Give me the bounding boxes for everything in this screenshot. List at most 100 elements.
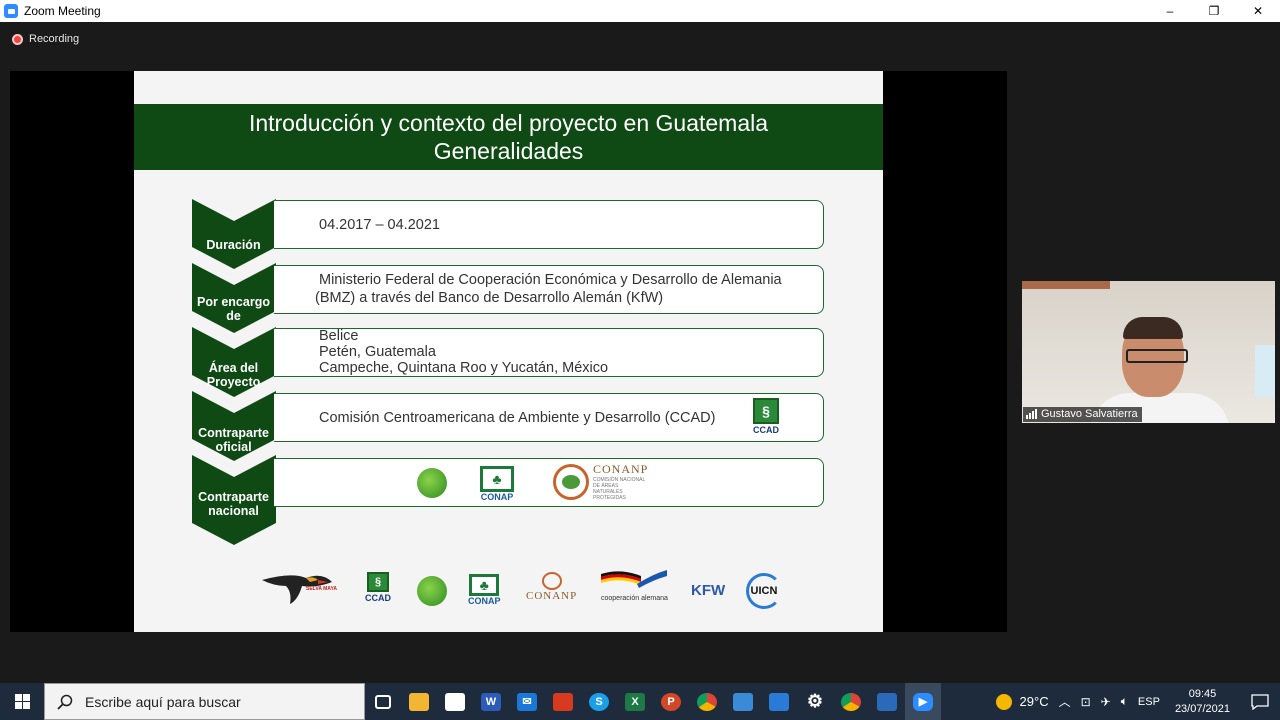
- chrome-icon: [697, 692, 717, 711]
- participant-hair: [1123, 317, 1183, 339]
- german-flag-wave-icon: [601, 570, 667, 588]
- row-text-line: 04.2017 – 04.2021: [319, 217, 440, 233]
- recording-indicator[interactable]: Recording: [12, 33, 79, 45]
- conap-mark-icon: ♣: [480, 466, 514, 492]
- conap-label: CONAP: [480, 492, 514, 502]
- conanp-sublabel: COMISIÓN NACIONAL DE ÁREAS NATURALES PRO…: [593, 477, 646, 501]
- system-tray: 29°C ︿ ⊡ ✈ 🔈︎ ESP 09:45 23/07/2021: [991, 683, 1280, 720]
- participant-video[interactable]: Gustavo Salvatierra: [1022, 281, 1275, 423]
- windows-taskbar: Escribe aquí para buscar W ✉ S X P ⚙ ▶ 2…: [0, 683, 1280, 720]
- row-label-area: Área del Proyecto: [192, 359, 275, 391]
- row-label-text: Proyecto: [206, 375, 261, 389]
- file-explorer-button[interactable]: [401, 683, 437, 720]
- row-label-text: de: [226, 309, 241, 323]
- conanp-label: CONANP: [526, 590, 578, 602]
- row-text-line: Comisión Centroamericana de Ambiente y D…: [319, 410, 716, 426]
- windows-logo-icon: [14, 694, 30, 709]
- signal-strength-icon: [1026, 409, 1037, 419]
- task-view-icon: [375, 694, 391, 709]
- row-text-line: Petén, Guatemala: [319, 344, 436, 360]
- cooperacion-alemana-label: cooperación alemana: [601, 595, 668, 602]
- chrome-profile-button[interactable]: [833, 683, 869, 720]
- row-label-nacional: Contraparte nacional: [192, 488, 275, 520]
- calendar-button[interactable]: [761, 683, 797, 720]
- row-label-duracion: Duración: [192, 231, 275, 259]
- wall-trim: [1022, 281, 1110, 289]
- participant-glasses: [1126, 349, 1188, 363]
- close-button[interactable]: ✕: [1236, 0, 1280, 22]
- participant-name-tag: Gustavo Salvatierra: [1023, 407, 1142, 422]
- volume-button[interactable]: 🔈︎: [1116, 683, 1133, 720]
- hidden-icons-button[interactable]: ︿: [1054, 683, 1076, 720]
- conanp-logo-small: CONANP: [526, 572, 577, 602]
- photos-button[interactable]: [869, 683, 905, 720]
- weather-widget[interactable]: 29°C: [991, 683, 1054, 720]
- chrome-icon: [841, 692, 861, 711]
- conap-logo: ♣ CONAP: [480, 466, 514, 502]
- calendar-icon: [769, 692, 789, 711]
- photos-icon: [877, 692, 897, 711]
- row-label-encargo: Por encargo de: [192, 293, 275, 325]
- excel-button[interactable]: X: [617, 683, 653, 720]
- office-button[interactable]: [545, 683, 581, 720]
- camtasia-icon: [733, 692, 753, 711]
- taskbar-search[interactable]: Escribe aquí para buscar: [44, 683, 365, 720]
- row-text-line: (BMZ) a través del Banco de Desarrollo A…: [315, 290, 664, 306]
- mail-icon: ✉: [517, 692, 537, 711]
- ccad-logo-small: § CCAD: [365, 572, 391, 603]
- sun-icon: [995, 693, 1012, 710]
- conap-mark-icon: ♣: [469, 574, 500, 596]
- record-icon: [12, 33, 23, 45]
- meet-now-icon: ⊡: [1080, 694, 1091, 709]
- search-icon: [57, 694, 73, 710]
- start-button[interactable]: [0, 683, 44, 720]
- store-icon: [445, 692, 465, 711]
- clock-time: 09:45: [1188, 687, 1217, 700]
- word-icon: W: [481, 692, 501, 711]
- notifications-button[interactable]: [1240, 683, 1280, 720]
- zoom-icon: ▶: [913, 692, 933, 711]
- row-text-duracion: 04.2017 – 04.2021: [319, 217, 440, 233]
- chrome-button[interactable]: [689, 683, 725, 720]
- conanp-mark-icon: [553, 463, 589, 500]
- language-label: ESP: [1137, 695, 1160, 708]
- weather-temp: 29°C: [1019, 694, 1049, 709]
- restore-button[interactable]: ❐: [1192, 0, 1236, 22]
- task-view-button[interactable]: [365, 683, 401, 720]
- camtasia-button[interactable]: [725, 683, 761, 720]
- selva-maya-label: SELVA MAYA: [306, 586, 337, 592]
- notification-icon: [1251, 693, 1269, 710]
- presentation-slide: Introducción y contexto del proyecto en …: [134, 71, 883, 632]
- row-text-line: Ministerio Federal de Cooperación Económ…: [319, 272, 782, 288]
- network-icon: ✈: [1100, 694, 1111, 709]
- powerpoint-button[interactable]: P: [653, 683, 689, 720]
- row-label-text: Duración: [206, 238, 261, 252]
- speaker-icon: 🔈︎: [1120, 694, 1128, 708]
- row-text-line: Belice: [319, 328, 359, 344]
- mail-button[interactable]: ✉: [509, 683, 545, 720]
- recording-label: Recording: [29, 33, 80, 45]
- word-button[interactable]: W: [473, 683, 509, 720]
- ccad-mark-icon: §: [753, 398, 779, 424]
- row-text-oficial: Comisión Centroamericana de Ambiente y D…: [319, 410, 715, 426]
- language-button[interactable]: ESP: [1133, 683, 1165, 720]
- zoom-taskbar-button[interactable]: ▶: [905, 683, 941, 720]
- row-label-text: nacional: [208, 504, 259, 518]
- settings-button[interactable]: ⚙: [797, 683, 833, 720]
- skype-button[interactable]: S: [581, 683, 617, 720]
- shared-screen[interactable]: Introducción y contexto del proyecto en …: [10, 71, 1007, 632]
- row-label-text: Contraparte: [198, 490, 269, 504]
- row-label-text: Contraparte: [198, 426, 269, 440]
- excel-icon: X: [625, 692, 645, 711]
- store-button[interactable]: [437, 683, 473, 720]
- minimize-button[interactable]: –: [1148, 0, 1192, 22]
- meet-now-button[interactable]: ⊡: [1076, 683, 1096, 720]
- ccad-mark-icon: §: [367, 572, 389, 592]
- conanp-label: CONANP: [593, 462, 649, 476]
- clock-date: 23/07/2021: [1174, 702, 1230, 715]
- taskbar-clock[interactable]: 09:45 23/07/2021: [1165, 687, 1240, 717]
- kfw-logo: KFW: [691, 582, 726, 599]
- zoom-app-icon: [4, 4, 18, 18]
- network-button[interactable]: ✈: [1096, 683, 1116, 720]
- wall-paper: [1255, 345, 1275, 397]
